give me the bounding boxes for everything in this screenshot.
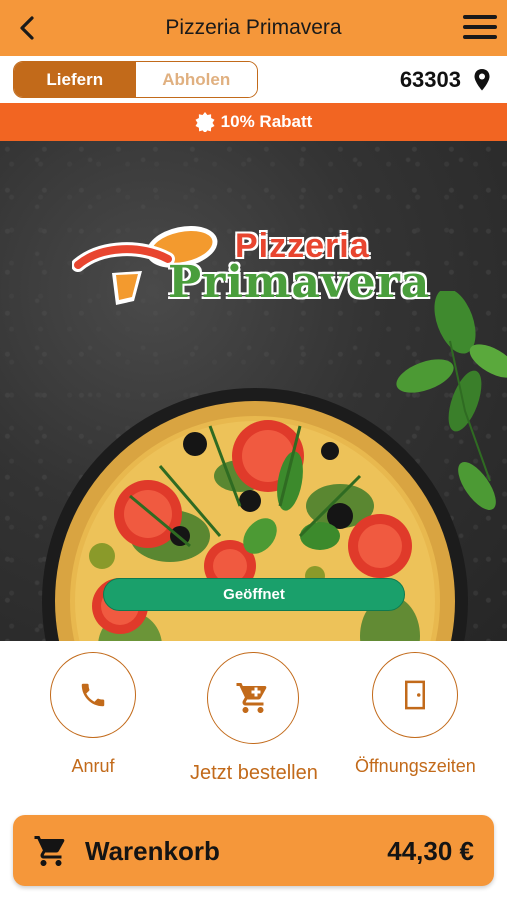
discount-banner[interactable]: 10% Rabatt (0, 103, 507, 141)
mode-option-liefern[interactable]: Liefern (14, 62, 136, 97)
opening-hours-button[interactable] (372, 652, 458, 738)
hamburger-menu-icon (463, 15, 497, 19)
cart-total: 44,30 € (387, 836, 474, 866)
mode-option-abholen[interactable]: Abholen (135, 62, 257, 97)
page-title: Pizzeria Primavera (165, 16, 342, 39)
map-pin-icon (474, 69, 490, 91)
hero-image: Pizzeria Primavera Geöffnet (0, 141, 507, 641)
opening-hours-action[interactable]: Öffnungszeiten (355, 652, 476, 777)
discount-text: 10% Rabatt (220, 112, 313, 131)
order-now-button[interactable] (207, 652, 299, 744)
cart-icon (34, 836, 65, 866)
restaurant-logo: Pizzeria Primavera (70, 213, 450, 313)
phone-icon (81, 683, 105, 707)
badge-icon (195, 112, 215, 132)
cart-icon (236, 683, 267, 713)
mode-bar: Liefern Abholen 63303 (0, 56, 507, 103)
call-action[interactable]: Anruf (50, 652, 136, 777)
door-icon (405, 680, 425, 710)
delivery-mode-toggle: Liefern Abholen (13, 61, 258, 98)
zip-code[interactable]: 63303 (400, 67, 461, 93)
call-label: Anruf (71, 756, 115, 776)
cart-label: Warenkorb (85, 836, 220, 866)
logo-text-line2: Primavera (168, 257, 431, 308)
open-status-button[interactable]: Geöffnet (103, 578, 405, 611)
order-now-label: Jetzt bestellen (190, 762, 318, 784)
location-button[interactable] (473, 68, 491, 92)
menu-button[interactable] (463, 15, 497, 41)
opening-hours-label: Öffnungszeiten (355, 756, 476, 776)
call-button[interactable] (50, 652, 136, 738)
cart-button[interactable]: Warenkorb 44,30 € (13, 815, 494, 886)
app-header: Pizzeria Primavera (0, 0, 507, 56)
order-now-action[interactable]: Jetzt bestellen (190, 652, 318, 785)
